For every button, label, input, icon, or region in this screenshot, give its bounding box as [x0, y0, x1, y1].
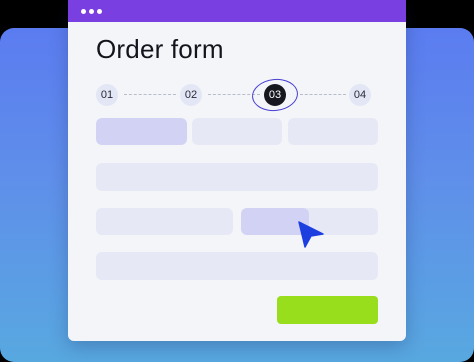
form-field-3[interactable]: [288, 118, 378, 145]
cursor-arrow-icon: [298, 221, 324, 248]
form-field-2[interactable]: [192, 118, 282, 145]
page-title: Order form: [96, 34, 224, 64]
step-2[interactable]: 02: [180, 84, 202, 106]
form-field-wide-2[interactable]: [96, 252, 378, 280]
submit-button[interactable]: [277, 296, 378, 324]
form-field-4[interactable]: [96, 208, 233, 235]
step-connector: [300, 94, 346, 95]
window-dot-icon[interactable]: [89, 9, 94, 14]
window-title-bar: [68, 0, 406, 22]
form-field-1[interactable]: [96, 118, 187, 145]
form-field-wide-1[interactable]: [96, 163, 378, 191]
step-connector: [124, 94, 176, 95]
step-1[interactable]: 01: [96, 84, 118, 106]
form-window: Order form 01 02 03 04: [68, 0, 406, 341]
window-dot-icon[interactable]: [97, 9, 102, 14]
window-dot-icon[interactable]: [81, 9, 86, 14]
step-4[interactable]: 04: [349, 84, 371, 106]
step-highlight-circle: [250, 76, 300, 114]
